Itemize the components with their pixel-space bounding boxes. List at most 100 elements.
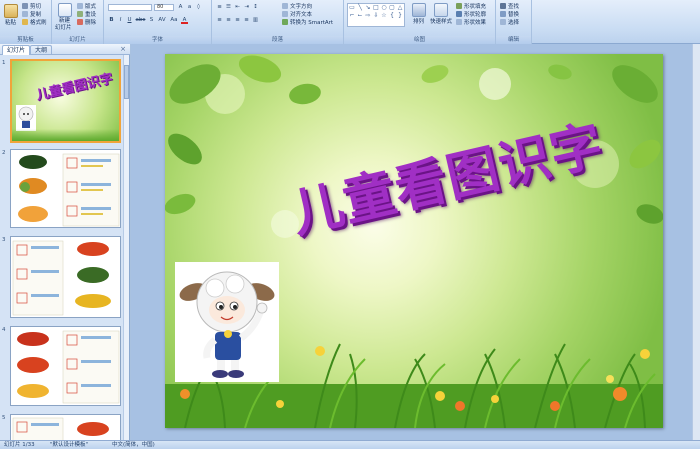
sheep-illustration bbox=[179, 271, 275, 378]
down-arrow-shape-icon[interactable]: ⇩ bbox=[372, 12, 380, 20]
shape-effects-button[interactable]: 形状效果 bbox=[456, 19, 486, 27]
select-label: 选择 bbox=[508, 20, 520, 26]
new-slide-button[interactable]: 新建 bbox=[59, 18, 70, 25]
char-spacing-button[interactable]: AV bbox=[157, 17, 167, 24]
italic-button[interactable]: I bbox=[117, 17, 124, 24]
smartart-label: 转换为 SmartArt bbox=[290, 20, 334, 26]
panel-close-icon[interactable]: × bbox=[120, 45, 126, 53]
arrange-button[interactable]: 排列 bbox=[413, 19, 424, 26]
strikethrough-button[interactable]: abc bbox=[135, 17, 146, 24]
arrow-line-shape-icon[interactable]: ↘ bbox=[364, 4, 372, 12]
brace-shape-icon[interactable]: { bbox=[388, 12, 396, 20]
right-arrow-shape-icon[interactable]: ⇨ bbox=[364, 12, 372, 20]
replace-icon bbox=[500, 11, 506, 17]
paste-button[interactable]: 粘贴 bbox=[5, 20, 16, 27]
rectangle-shape-icon[interactable]: □ bbox=[372, 4, 380, 12]
sheep-image[interactable] bbox=[175, 262, 279, 382]
brace-close-shape-icon[interactable]: } bbox=[396, 12, 404, 20]
shape-fill-button[interactable]: 形状填充 bbox=[456, 3, 486, 11]
slide-thumbnail-5[interactable] bbox=[10, 414, 121, 440]
language-indicator[interactable]: 中文(简体，中国) bbox=[112, 441, 155, 449]
new-slide-button-line2[interactable]: 幻灯片 bbox=[55, 25, 72, 32]
slide-thumbnail-4[interactable] bbox=[10, 326, 121, 406]
slide-thumbnail-2[interactable] bbox=[10, 149, 121, 228]
clear-format-icon[interactable]: ◊ bbox=[195, 4, 202, 11]
line-2-shape-icon[interactable]: ⌐ bbox=[348, 12, 356, 20]
tab-outline[interactable]: 大纲 bbox=[30, 45, 53, 55]
cut-button[interactable]: 剪切 bbox=[22, 3, 41, 11]
select-button[interactable]: 选择 bbox=[500, 19, 519, 27]
thumbnail-list: 1 儿童看图识字 2 3 4 5 bbox=[0, 55, 124, 440]
change-case-button[interactable]: Aa bbox=[169, 17, 179, 24]
reset-label: 重设 bbox=[85, 12, 97, 18]
shape-outline-label: 形状轮廓 bbox=[464, 12, 487, 18]
align-right-icon[interactable]: ≡ bbox=[234, 17, 241, 24]
numbering-icon[interactable]: ☰ bbox=[225, 4, 232, 11]
copy-label: 复制 bbox=[30, 12, 42, 18]
columns-icon[interactable]: ▥ bbox=[252, 17, 259, 24]
layout-button[interactable]: 版式 bbox=[77, 3, 96, 11]
triangle-shape-icon[interactable]: △ bbox=[396, 4, 404, 12]
decrease-indent-icon[interactable]: ⇤ bbox=[234, 4, 241, 11]
paste-icon[interactable] bbox=[4, 4, 18, 18]
thumb-3-content bbox=[12, 240, 111, 316]
thumb-grass bbox=[12, 129, 119, 141]
shrink-font-icon[interactable]: a bbox=[186, 4, 193, 11]
theme-name[interactable]: "默认设计模板" bbox=[50, 441, 88, 449]
rounded-rect-shape-icon[interactable]: ▢ bbox=[388, 4, 396, 12]
bullets-icon[interactable]: ≡ bbox=[216, 4, 223, 11]
shape-outline-button[interactable]: 形状轮廓 bbox=[456, 11, 486, 19]
format-painter-button[interactable]: 格式刷 bbox=[22, 19, 47, 27]
clipboard-group: 粘贴 剪切 复制 格式刷 剪贴板 bbox=[0, 0, 52, 44]
reset-icon bbox=[77, 11, 83, 17]
textbox-shape-icon[interactable]: ▭ bbox=[348, 4, 356, 12]
align-center-icon[interactable]: ≡ bbox=[225, 17, 232, 24]
slide-thumbnail-3[interactable] bbox=[10, 236, 121, 318]
arrange-icon[interactable] bbox=[412, 3, 426, 17]
current-slide[interactable]: 儿童看图识字 bbox=[165, 54, 663, 428]
justify-icon[interactable]: ≡ bbox=[243, 17, 250, 24]
status-bar: 幻灯片 1/33 "默认设计模板" 中文(简体，中国) bbox=[0, 440, 700, 449]
quick-styles-button[interactable]: 快速样式 bbox=[430, 19, 452, 26]
thumbnail-scrollbar[interactable] bbox=[123, 55, 129, 440]
font-family-combo[interactable] bbox=[108, 4, 152, 11]
align-left-icon[interactable]: ≡ bbox=[216, 17, 223, 24]
bold-button[interactable]: B bbox=[108, 17, 115, 24]
delete-label: 删除 bbox=[85, 20, 97, 26]
drawing-group: ▭ ╲ ↘ □ ○ ▢ △ ⌐ ⌙ ⇨ ⇩ ☆ { } 排列 快速样式 形状填充… bbox=[344, 0, 496, 44]
find-button[interactable]: 查找 bbox=[500, 3, 519, 11]
copy-button[interactable]: 复制 bbox=[22, 11, 41, 19]
oval-shape-icon[interactable]: ○ bbox=[380, 4, 388, 12]
elbow-shape-icon[interactable]: ⌙ bbox=[356, 12, 364, 20]
outline-pen-icon bbox=[456, 11, 462, 17]
underline-button[interactable]: U bbox=[126, 17, 133, 24]
smartart-button[interactable]: 转换为 SmartArt bbox=[282, 19, 333, 27]
new-slide-icon[interactable] bbox=[58, 3, 72, 17]
tab-slides[interactable]: 幻灯片 bbox=[2, 45, 31, 55]
line-spacing-icon[interactable]: ↕ bbox=[252, 4, 259, 11]
shadow-button[interactable]: S bbox=[148, 17, 155, 24]
editor-scrollbar[interactable] bbox=[692, 44, 700, 440]
delete-button[interactable]: 删除 bbox=[77, 19, 96, 27]
font-size-combo[interactable]: 80 bbox=[154, 4, 174, 11]
font-color-button[interactable]: A bbox=[181, 17, 188, 24]
panel-tabs: 幻灯片 大纲 × bbox=[0, 44, 130, 55]
align-buttons: ≡ ≡ ≡ ≡ ▥ bbox=[216, 17, 259, 24]
line-shape-icon[interactable]: ╲ bbox=[356, 4, 364, 12]
thumb-5-content bbox=[12, 417, 109, 440]
shapes-gallery[interactable]: ▭ ╲ ↘ □ ○ ▢ △ ⌐ ⌙ ⇨ ⇩ ☆ { } bbox=[347, 3, 405, 27]
layout-icon bbox=[77, 3, 83, 9]
slide-number-5: 5 bbox=[2, 415, 6, 421]
slide-thumbnail-1[interactable]: 儿童看图识字 bbox=[10, 59, 121, 143]
editing-group-label: 编辑 bbox=[496, 36, 531, 44]
thumbnail-scroll-thumb[interactable] bbox=[124, 65, 129, 99]
replace-button[interactable]: 替换 bbox=[500, 11, 519, 19]
align-text-button[interactable]: 对齐文本 bbox=[282, 11, 312, 19]
reset-button[interactable]: 重设 bbox=[77, 11, 96, 19]
text-direction-button[interactable]: 文字方向 bbox=[282, 3, 312, 11]
quick-styles-icon[interactable] bbox=[434, 3, 448, 17]
grow-font-icon[interactable]: A bbox=[177, 4, 184, 11]
star-shape-icon[interactable]: ☆ bbox=[380, 12, 388, 20]
slide-count: 幻灯片 1/33 bbox=[4, 442, 35, 448]
increase-indent-icon[interactable]: ⇥ bbox=[243, 4, 250, 11]
